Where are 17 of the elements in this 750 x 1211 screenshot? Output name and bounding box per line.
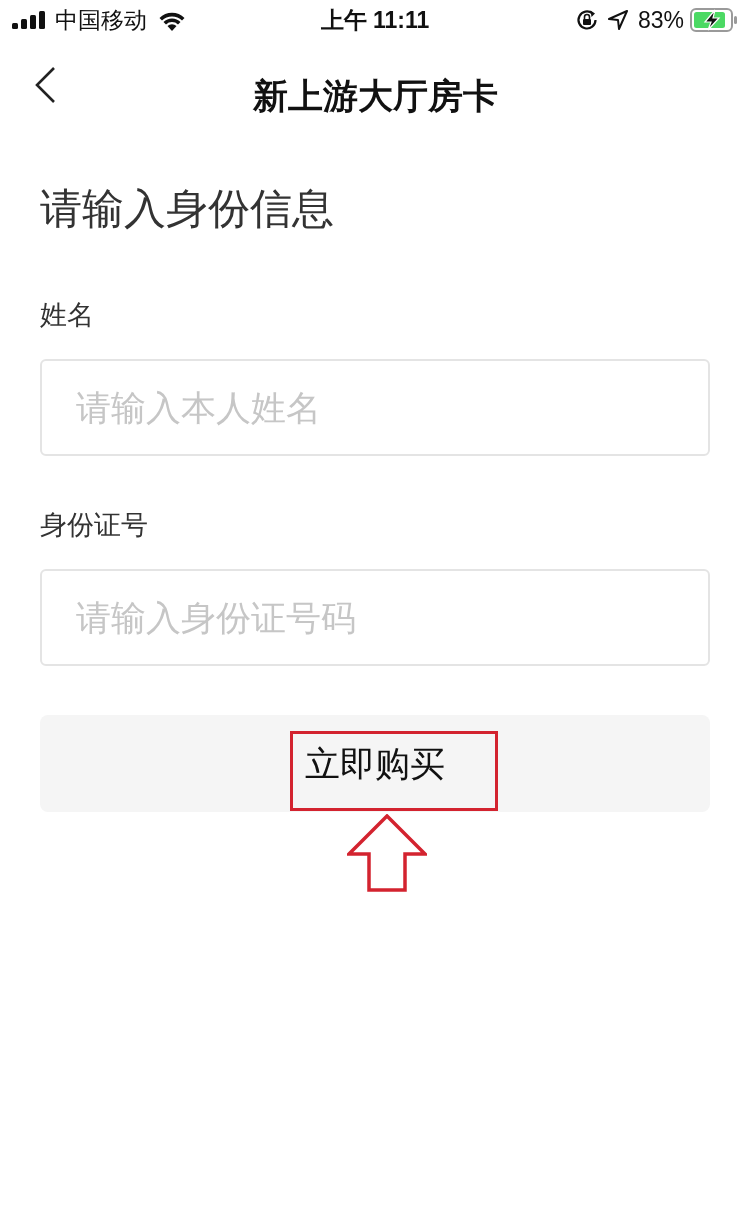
location-arrow-icon <box>607 10 628 30</box>
form-heading: 请输入身份信息 <box>40 188 335 230</box>
battery-percentage: 83% <box>637 8 684 32</box>
text-input-field[interactable]: 请输入本人姓名 <box>40 359 710 456</box>
signal-icon <box>12 11 46 29</box>
battery-charging-icon <box>690 8 738 32</box>
field-label: 姓名 <box>40 302 94 329</box>
up-arrow-icon <box>347 814 427 892</box>
buy-now-button[interactable]: 立即购买 <box>40 715 710 812</box>
page-title: 新上游大厅房卡 <box>252 77 498 113</box>
field-label: 身份证号 <box>40 512 148 539</box>
back-chevron-icon <box>34 67 56 103</box>
status-time: 上午 11:11 <box>320 8 430 32</box>
carrier-name: 中国移动 <box>55 8 147 32</box>
back-button[interactable] <box>34 67 56 103</box>
text-input-field[interactable]: 请输入身份证号码 <box>40 569 710 666</box>
orientation-lock-icon <box>575 9 598 31</box>
